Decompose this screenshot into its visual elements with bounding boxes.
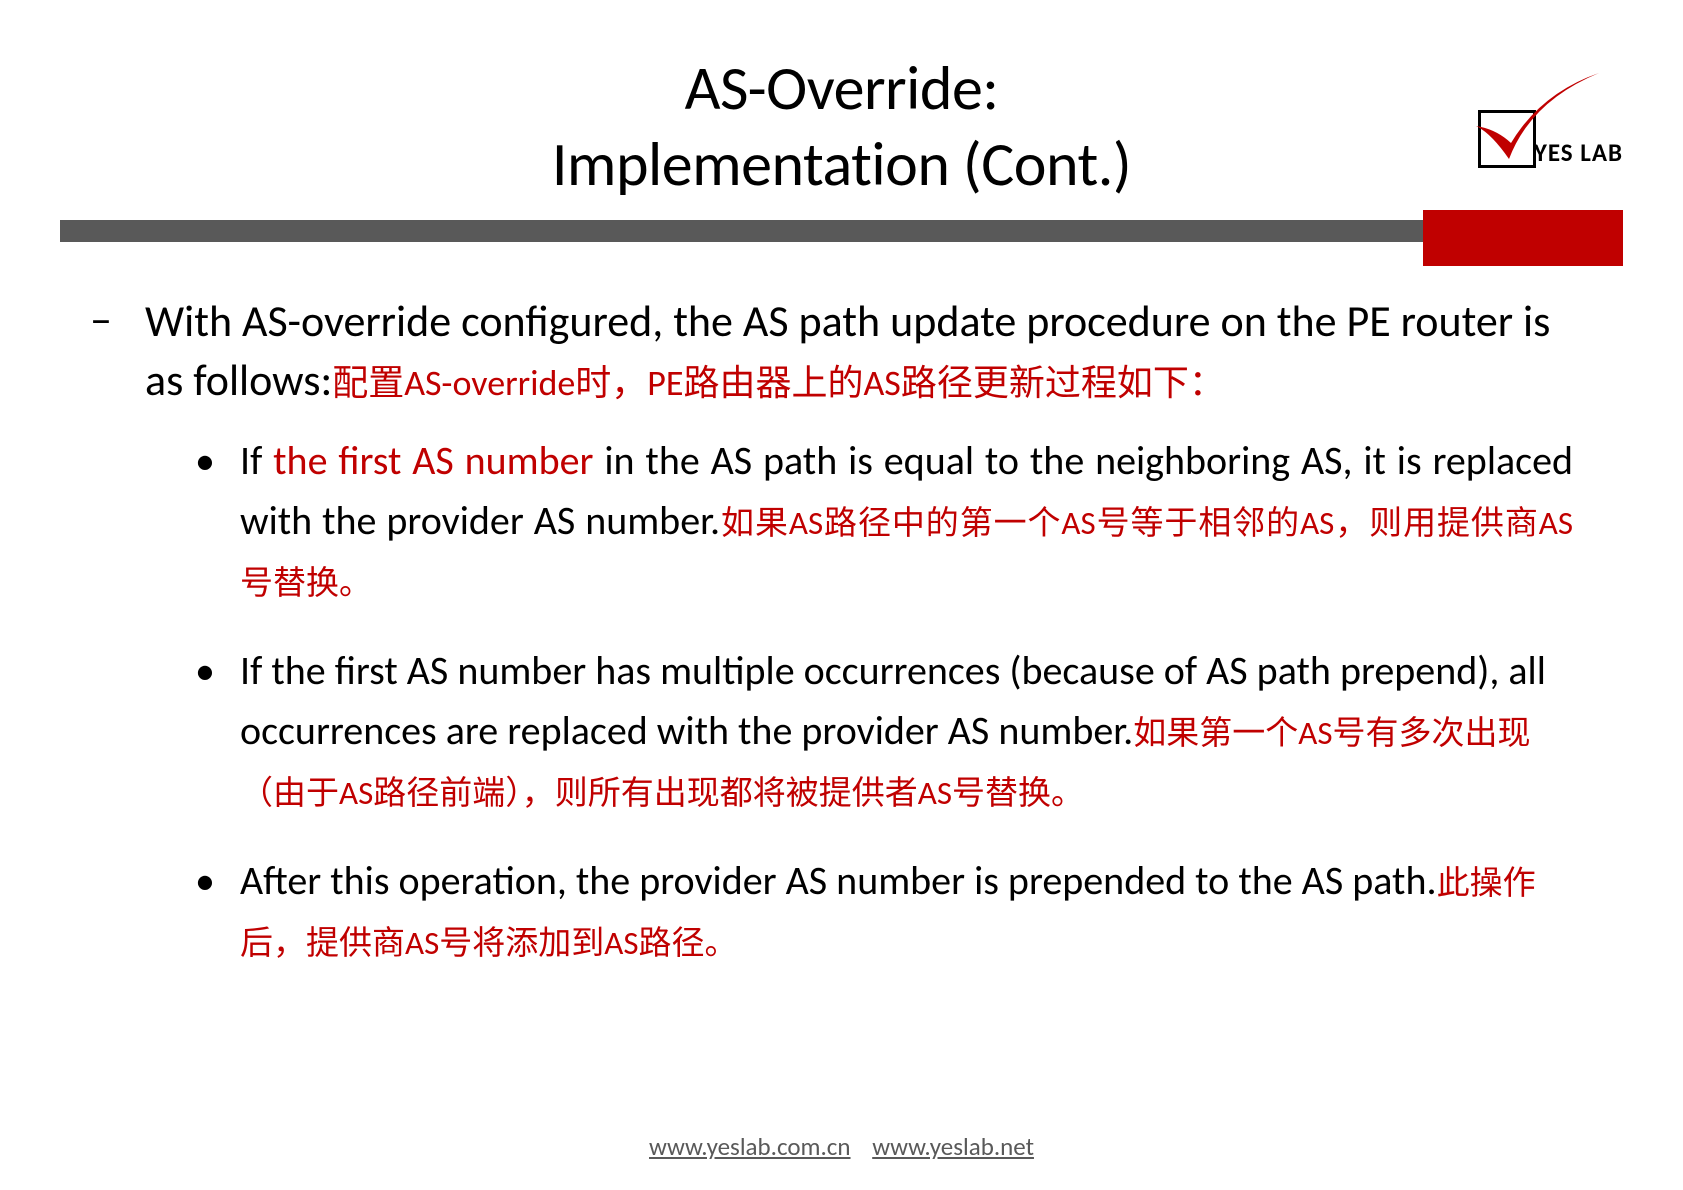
divider: [60, 220, 1623, 242]
intro-chinese: 配置AS-override时，PE路由器上的AS路径更新过程如下：: [332, 361, 1225, 405]
slide-title-line1: AS-Override:: [60, 50, 1623, 126]
bullet-2: If the first AS number has multiple occu…: [240, 641, 1573, 821]
bullet-1: If the first AS number in the AS path is…: [240, 431, 1573, 611]
footer-link-2[interactable]: www.yeslab.net: [872, 1131, 1034, 1162]
footer: www.yeslab.com.cn www.yeslab.net: [0, 1131, 1683, 1162]
checkmark-logo-icon: [1471, 71, 1601, 166]
accent-bar: [1423, 210, 1623, 266]
slide-title-line2: Implementation (Cont.): [60, 126, 1623, 202]
bullet-1-highlight: the first AS number: [273, 436, 593, 485]
bullet-1-prefix: If: [240, 436, 273, 485]
bullet-dot: •: [195, 641, 240, 821]
bullet-dot: •: [195, 851, 240, 971]
slide-content: – With AS-override configured, the AS pa…: [60, 292, 1623, 971]
bullet-3-english: After this operation, the provider AS nu…: [240, 856, 1437, 905]
footer-link-1[interactable]: www.yeslab.com.cn: [649, 1131, 851, 1162]
brand-logo: YES LAB: [1478, 110, 1623, 168]
bullet-3: After this operation, the provider AS nu…: [240, 851, 1573, 971]
intro-text: With AS-override configured, the AS path…: [145, 292, 1573, 411]
bullet-dot: •: [195, 431, 240, 611]
list-dash: –: [90, 292, 145, 411]
